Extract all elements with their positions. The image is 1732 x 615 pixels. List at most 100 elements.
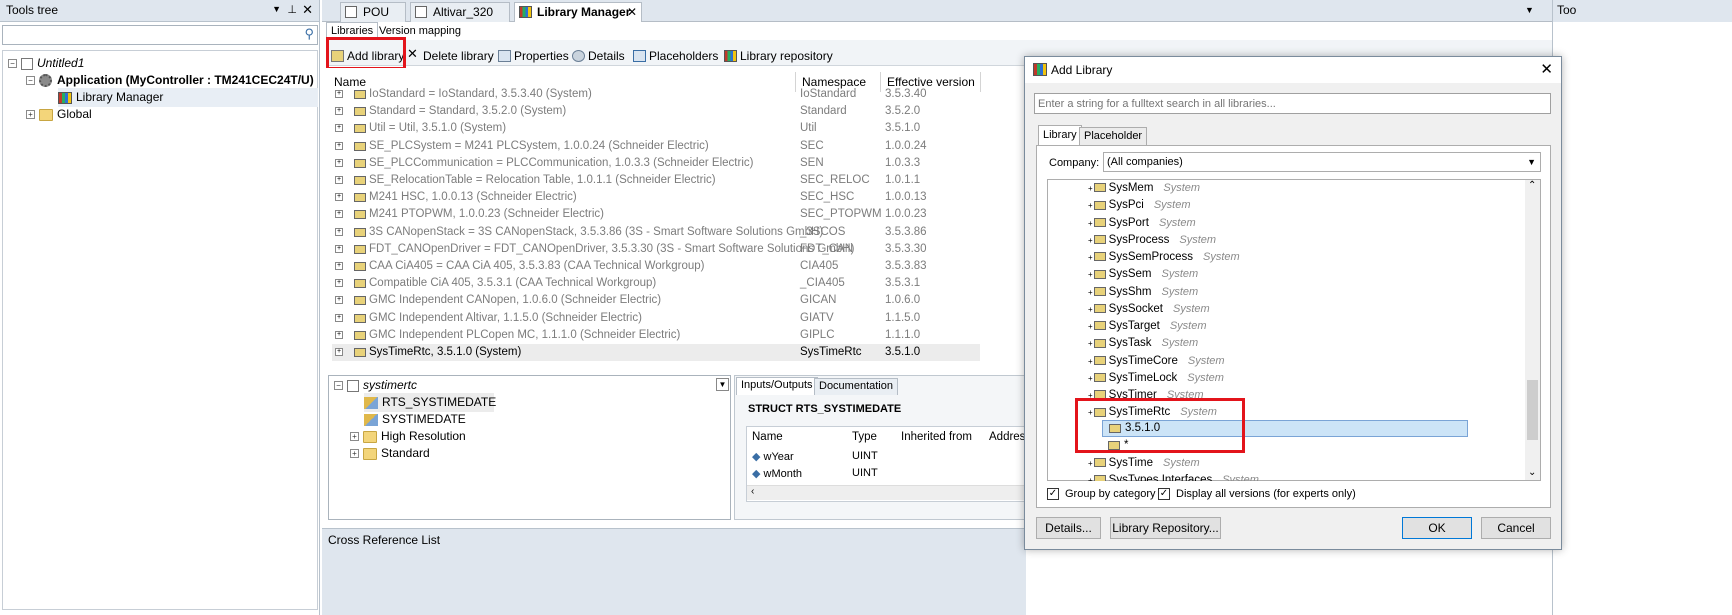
expand-icon[interactable]: +	[335, 348, 343, 356]
library-repository-button[interactable]: Library repository	[724, 46, 833, 66]
io-col-address[interactable]: Address	[989, 431, 1025, 443]
placeholders-button[interactable]: Placeholders	[633, 46, 718, 66]
library-row[interactable]: + Standard = Standard, 3.5.2.0 (System) St…	[332, 103, 980, 120]
expand-icon[interactable]: +	[335, 141, 343, 150]
cancel-button[interactable]: Cancel	[1481, 517, 1551, 539]
dialog-tab-placeholder[interactable]: Placeholder	[1079, 127, 1148, 146]
library-row[interactable]: + GMC Independent CANopen, 1.0.6.0 (Schne…	[332, 292, 980, 309]
chevron-down-icon[interactable]: ▼	[1527, 153, 1536, 171]
expand-icon[interactable]: +	[1088, 253, 1093, 262]
details-button[interactable]: Details	[572, 46, 625, 66]
library-list-item[interactable]: + SysSocket System	[1088, 301, 1210, 318]
library-row[interactable]: +3S CANopenStack = 3S CANopenStack, 3.5.…	[332, 224, 980, 241]
expand-icon[interactable]: +	[335, 176, 343, 184]
tab-altivar[interactable]: Altivar_320	[410, 2, 510, 22]
library-list-item[interactable]: + SysProcess System	[1088, 232, 1216, 249]
library-row[interactable]: + GMC Independent Altivar, 1.1.5.0 (Schne…	[332, 310, 980, 327]
library-row[interactable]: + IoStandard = IoStandard, 3.5.3.40 (Syst…	[332, 86, 980, 103]
expand-icon[interactable]: +	[1088, 374, 1093, 383]
pin-icon[interactable]: ⊥	[287, 3, 297, 16]
properties-button[interactable]: Properties	[498, 46, 569, 66]
scroll-left-icon[interactable]: ‹	[751, 486, 754, 497]
scroll-up-icon[interactable]: ⌃	[1528, 180, 1536, 191]
library-row[interactable]: + CAA CiA405 = CAA CiA 405, 3.5.3.83 (CAA…	[332, 258, 980, 275]
expand-icon[interactable]: +	[335, 313, 343, 322]
group-by-category-checkbox[interactable]: ✓ Group by category	[1047, 488, 1156, 501]
library-row[interactable]: + Compatible CiA 405, 3.5.3.1 (CAA Techni…	[332, 275, 980, 292]
library-list-item[interactable]: + SysPort System	[1088, 215, 1196, 232]
library-list-item[interactable]: + SysShm System	[1088, 284, 1198, 301]
library-row[interactable]: + Util = Util, 3.5.1.0 (System) Util 3.5.1.…	[332, 120, 980, 137]
expand-icon[interactable]: +	[1088, 184, 1093, 193]
expand-icon[interactable]: +	[335, 244, 343, 253]
library-row[interactable]: + SE_PLCSystem = M241 PLCSystem, 1.0.0.24…	[332, 138, 980, 155]
library-list-item[interactable]: + SysTimeLock System	[1088, 370, 1224, 387]
library-list-item[interactable]: + SysSemProcess System	[1088, 249, 1240, 266]
expand-icon[interactable]: +	[335, 90, 343, 98]
expand-icon[interactable]: +	[335, 193, 343, 202]
dropdown-icon[interactable]: ▼	[272, 4, 281, 14]
library-row[interactable]: + SE_RelocationTable = Relocation Table, …	[332, 172, 980, 189]
io-col-name[interactable]: Name	[752, 431, 783, 443]
expand-icon[interactable]: +	[1088, 459, 1093, 468]
expand-icon[interactable]: +	[1088, 201, 1093, 210]
library-row[interactable]: + M241 HSC, 1.0.0.13 (Schneider Electric)…	[332, 189, 980, 206]
tab-pou[interactable]: POU	[340, 2, 406, 22]
tools-search-input[interactable]: ⚲	[2, 25, 318, 45]
expand-icon[interactable]: +	[335, 330, 343, 339]
expand-icon[interactable]: +	[335, 279, 343, 288]
fulltext-search-input[interactable]	[1034, 93, 1551, 114]
delete-library-button[interactable]: ✕ Delete library	[407, 46, 494, 66]
dialog-tab-library[interactable]: Library	[1038, 125, 1082, 146]
library-list-item[interactable]: + SysTypes Interfaces System	[1088, 472, 1259, 481]
expand-icon[interactable]: +	[335, 210, 343, 219]
library-row[interactable]: + SE_PLCCommunication = PLCCommunication,…	[332, 155, 980, 172]
library-row[interactable]: + GMC Independent PLCopen MC, 1.1.1.0 (Sc…	[332, 327, 980, 344]
scroll-thumb[interactable]	[1527, 380, 1538, 440]
expand-icon[interactable]: +	[350, 432, 359, 442]
library-list-item[interactable]: + SysTarget System	[1088, 318, 1207, 335]
library-list-item[interactable]: + SysMem System	[1088, 180, 1200, 197]
checkbox-checked-icon[interactable]: ✓	[1047, 488, 1059, 501]
expand-icon[interactable]: +	[1088, 219, 1093, 228]
tree-item-global[interactable]: + Global	[26, 105, 92, 124]
expand-icon[interactable]: +	[335, 227, 343, 236]
expand-icon[interactable]: +	[1088, 305, 1093, 314]
collapse-icon[interactable]: −	[8, 59, 17, 69]
tree-item-library-manager[interactable]: Library Manager	[58, 88, 318, 107]
io-row[interactable]: ◆ wYear	[752, 450, 794, 463]
horizontal-scrollbar[interactable]: ‹	[747, 485, 1025, 500]
tab-library-manager[interactable]: Library Manager ✕	[514, 2, 642, 22]
expand-icon[interactable]: +	[1088, 322, 1093, 331]
collapse-icon[interactable]: −	[334, 381, 343, 391]
expand-icon[interactable]: +	[1088, 339, 1093, 348]
library-row[interactable]: + FDT_CANOpenDriver = FDT_CANOpenDriver, …	[332, 241, 980, 258]
expand-icon[interactable]: +	[350, 449, 359, 459]
library-repository-button[interactable]: Library Repository...	[1110, 517, 1221, 539]
library-list-item[interactable]: + SysTask System	[1088, 335, 1198, 352]
library-list-item[interactable]: + SysTimeCore System	[1088, 353, 1225, 370]
close-icon[interactable]: ✕	[302, 2, 313, 18]
display-all-versions-checkbox[interactable]: ✓ Display all versions (for experts only)	[1158, 488, 1356, 501]
expand-icon[interactable]: +	[1088, 357, 1093, 366]
search-icon[interactable]: ⚲	[304, 26, 314, 42]
expand-icon[interactable]: +	[335, 296, 343, 305]
tab-inputs-outputs[interactable]: Inputs/Outputs	[736, 377, 818, 395]
checkbox-checked-icon[interactable]: ✓	[1158, 488, 1170, 501]
close-tab-icon[interactable]: ✕	[627, 5, 637, 19]
tab-documentation[interactable]: Documentation	[814, 378, 898, 395]
scroll-down-icon[interactable]: ⌄	[1528, 467, 1536, 478]
lib-tree-item[interactable]: + Standard	[350, 444, 430, 463]
expand-icon[interactable]: +	[1088, 288, 1093, 297]
expand-icon[interactable]: +	[335, 107, 343, 116]
library-list-item[interactable]: + SysSem System	[1088, 266, 1198, 283]
io-col-type[interactable]: Type	[852, 431, 877, 443]
lib-tree-dropdown-icon[interactable]: ▼	[716, 378, 729, 391]
library-row[interactable]: + M241 PTOPWM, 1.0.0.23 (Schneider Electr…	[332, 206, 980, 223]
library-list-item[interactable]: + SysPci System	[1088, 197, 1191, 214]
company-select[interactable]: (All companies) ▼	[1103, 152, 1541, 172]
expand-icon[interactable]: +	[335, 124, 343, 133]
close-icon[interactable]: ✕	[1540, 60, 1553, 78]
expand-icon[interactable]: +	[1088, 270, 1093, 279]
expand-icon[interactable]: +	[26, 110, 35, 120]
